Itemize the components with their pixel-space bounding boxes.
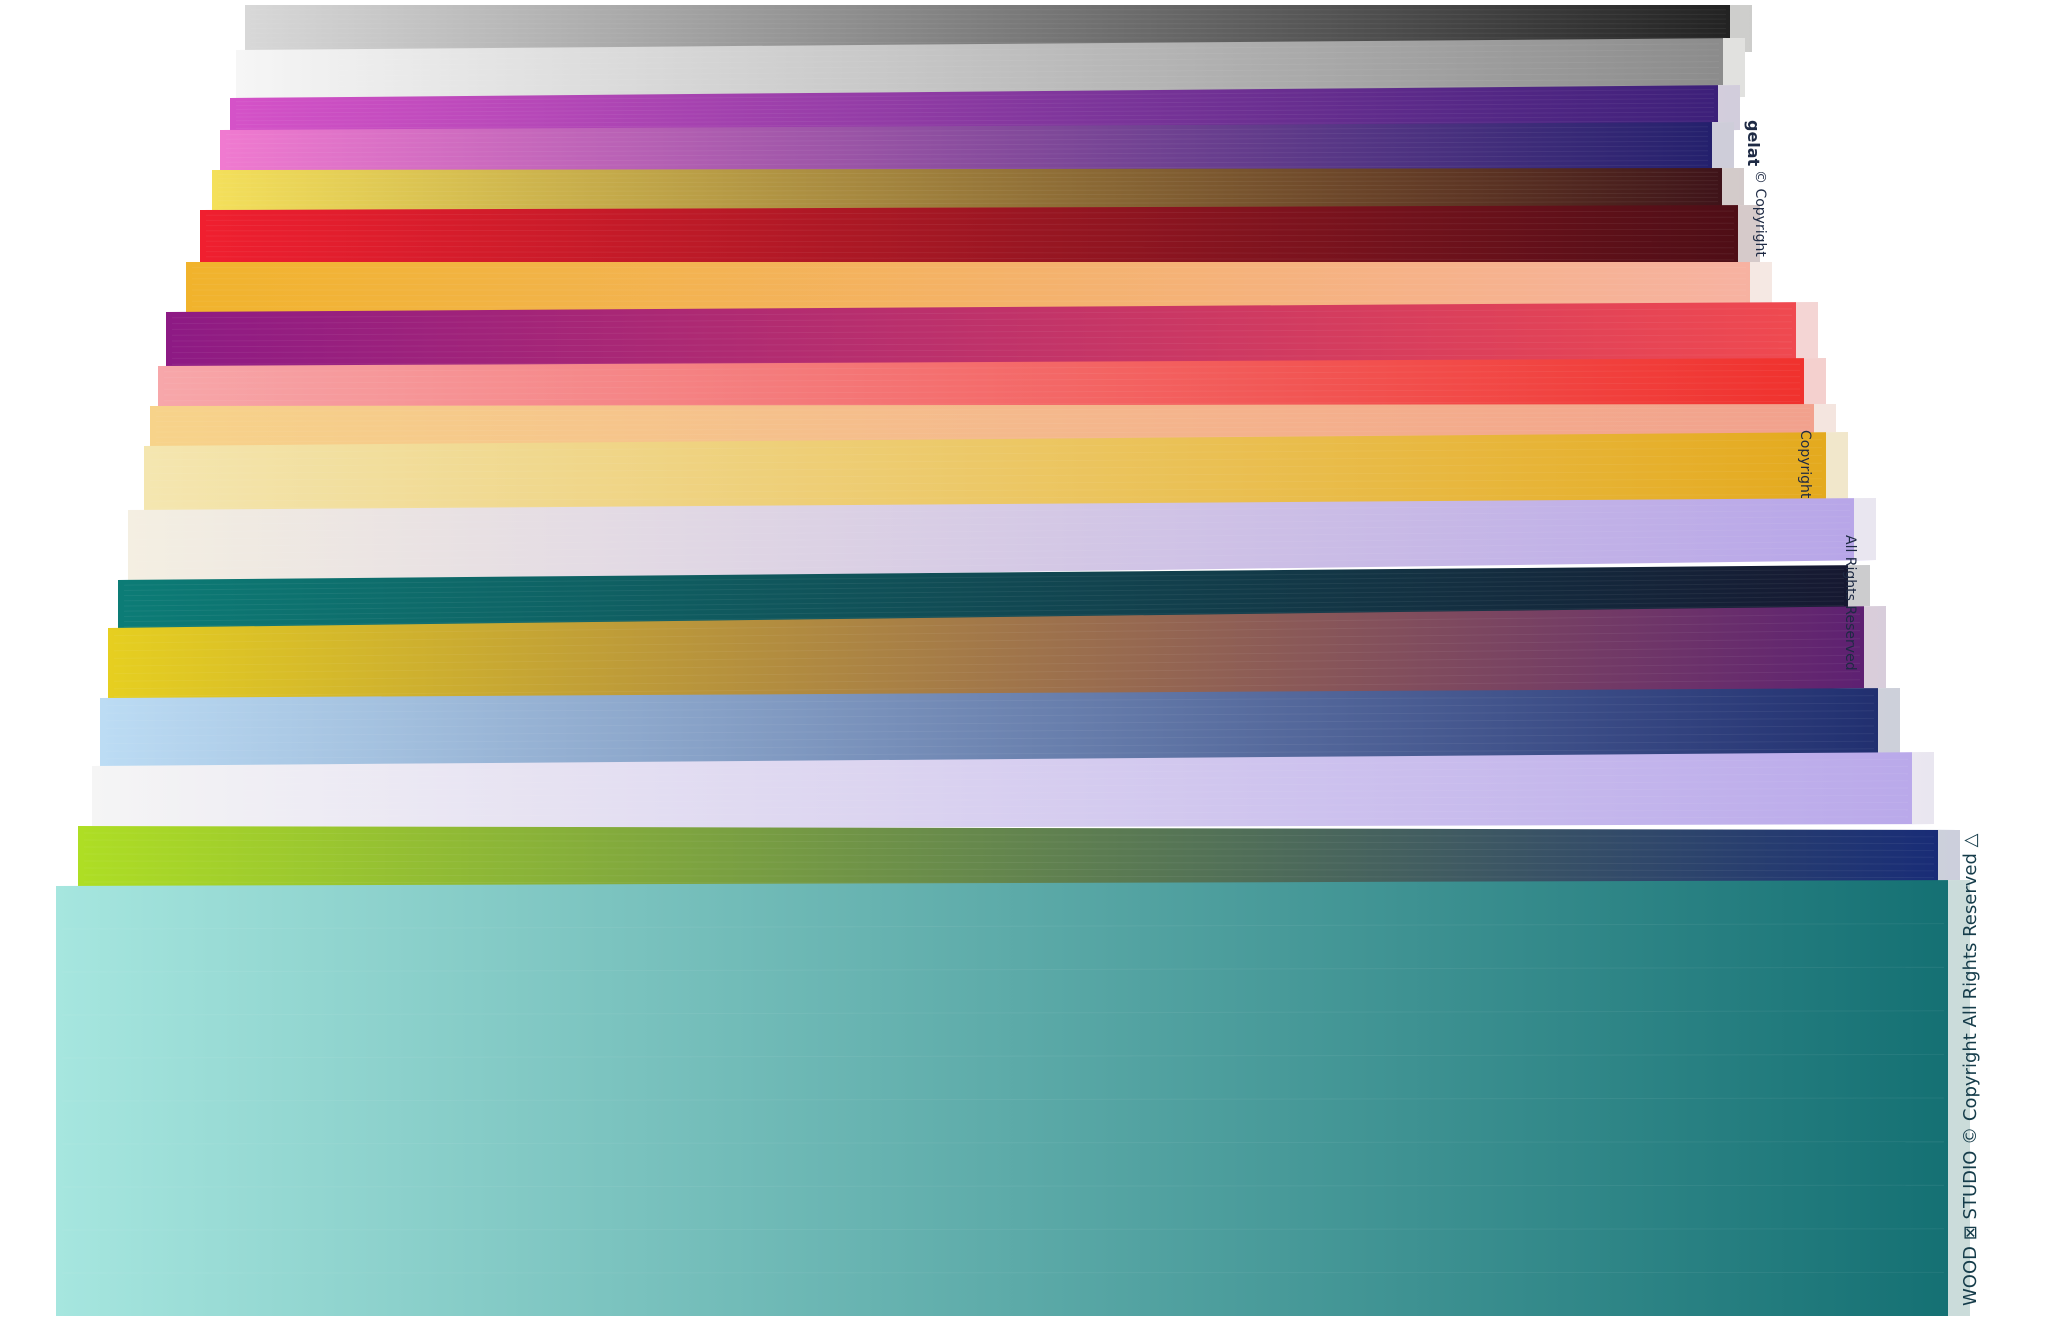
fabric-photo: gelat © Copyright Copyright All Rights R… bbox=[0, 0, 2048, 1328]
selvage-copyright-top: © Copyright bbox=[1752, 170, 1768, 257]
strip-selvage-edge bbox=[1712, 122, 1734, 170]
selvage-copyright-mid: Copyright bbox=[1797, 430, 1813, 499]
fabric-texture-line bbox=[205, 235, 1735, 237]
selvage-rights-mid: All Rights Reserved bbox=[1842, 535, 1858, 671]
strip-selvage-edge bbox=[1912, 752, 1934, 824]
selvage-bottom-text: WOOD ⊠ STUDIO © Copyright All Rights Res… bbox=[1960, 833, 1981, 1306]
strip-selvage-edge bbox=[1864, 606, 1886, 688]
fabric-strip-stack bbox=[56, 5, 1970, 1316]
strip-selvage-edge bbox=[1722, 168, 1744, 210]
selvage-brand-label: gelat bbox=[1744, 120, 1763, 167]
fabric-texture-line bbox=[61, 1271, 1945, 1274]
